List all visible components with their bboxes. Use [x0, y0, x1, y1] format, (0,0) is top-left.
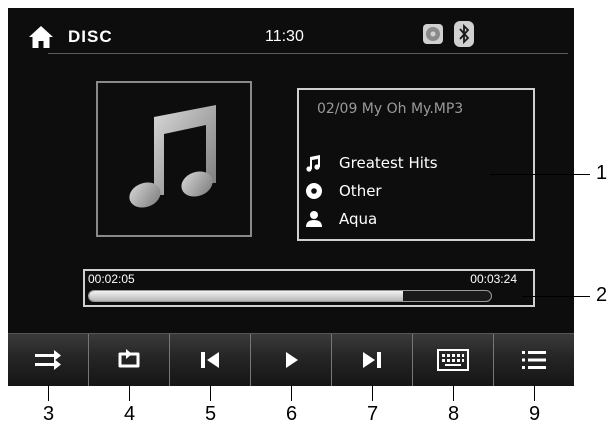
genre-name: Other: [339, 182, 382, 200]
callout-9: 9: [529, 403, 541, 425]
callout-7: 7: [367, 403, 379, 425]
play-button[interactable]: [251, 334, 332, 386]
bluetooth-icon: [454, 21, 474, 47]
callout-tick-5: [210, 385, 211, 401]
album-row: Greatest Hits: [305, 152, 438, 174]
shuffle-button[interactable]: [8, 334, 89, 386]
callout-tick-8: [453, 385, 454, 401]
progress-bar[interactable]: [88, 290, 492, 302]
track-info-panel: 02/09 My Oh My.MP3 Greatest Hits Other A…: [297, 88, 535, 241]
repeat-icon: [118, 349, 140, 368]
disc-icon: [423, 24, 443, 44]
track-title: 02/09 My Oh My.MP3: [317, 101, 464, 117]
previous-button[interactable]: [170, 334, 251, 386]
music-note-icon: [129, 105, 216, 208]
shuffle-icon: [35, 350, 61, 370]
callout-5: 5: [205, 403, 217, 425]
progress-panel: 00:02:05 00:03:24: [83, 269, 535, 307]
artist-row: Aqua: [305, 208, 377, 230]
callout-2: 2: [596, 284, 608, 306]
source-title: DISC: [68, 27, 113, 46]
home-icon[interactable]: [28, 24, 54, 50]
control-bar: [8, 333, 574, 386]
callout-tick-7: [372, 385, 373, 401]
header-divider: [48, 53, 568, 54]
callout-tick-4: [129, 385, 130, 401]
total-time: 00:03:24: [470, 272, 517, 286]
clock: 11:30: [265, 28, 304, 45]
repeat-button[interactable]: [89, 334, 170, 386]
play-icon: [286, 352, 298, 368]
music-note-icon: [306, 155, 320, 172]
genre-row: Other: [305, 180, 382, 202]
callout-line-1: [490, 174, 590, 175]
callout-3: 3: [43, 403, 55, 425]
callout-8: 8: [448, 403, 460, 425]
callout-tick-6: [291, 385, 292, 401]
progress-fill: [89, 291, 403, 301]
skip-previous-icon: [201, 352, 219, 368]
next-button[interactable]: [332, 334, 413, 386]
keypad-button[interactable]: [413, 334, 494, 386]
album-name: Greatest Hits: [339, 154, 438, 172]
album-art: [96, 81, 252, 237]
list-button[interactable]: [494, 334, 574, 386]
disc-icon: [306, 183, 322, 199]
callout-6: 6: [286, 403, 298, 425]
list-icon: [522, 351, 546, 369]
callout-line-2: [522, 296, 590, 297]
callout-tick-9: [534, 385, 535, 401]
callout-1: 1: [596, 162, 608, 184]
callout-4: 4: [124, 403, 136, 425]
artist-name: Aqua: [339, 210, 378, 228]
media-screen: DISC 11:30 02/09 My Oh My.MP3 Greatest H…: [8, 8, 574, 386]
callout-tick-3: [48, 385, 49, 401]
person-icon: [306, 211, 322, 227]
elapsed-time: 00:02:05: [88, 272, 135, 286]
skip-next-icon: [363, 352, 381, 368]
keyboard-icon: [437, 349, 469, 371]
